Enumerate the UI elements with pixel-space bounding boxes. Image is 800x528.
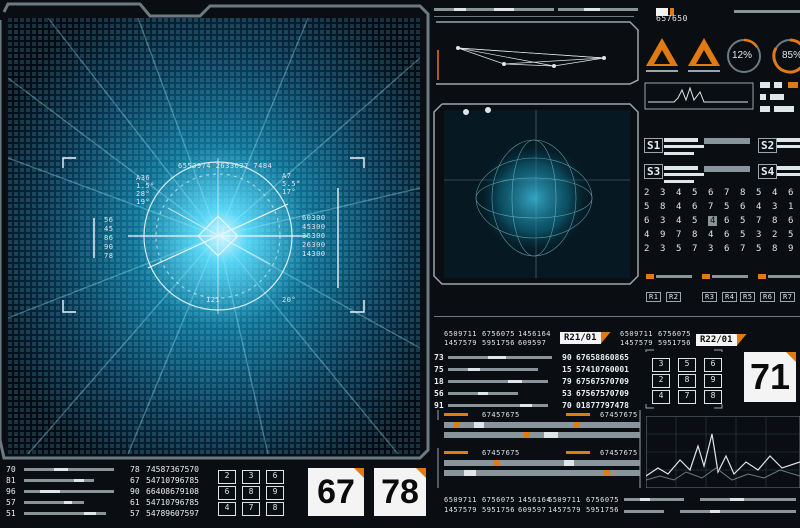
bl-left-numbers: 70 81 96 57 51 <box>6 465 16 518</box>
mr-rcode-a1: 6756075 <box>658 330 692 338</box>
s4-label: S4 <box>758 164 778 179</box>
footer-code-b2: 609597 <box>518 506 547 514</box>
s1-label: S1 <box>644 138 664 153</box>
footer-code-b1: 5951756 <box>482 506 516 514</box>
footer-code-b4: 5951756 <box>586 506 620 514</box>
r-label-2[interactable]: R2 <box>666 292 682 302</box>
hero-ring-bottom: 121 <box>206 296 221 304</box>
mr-code-b0: 1457579 <box>444 339 478 347</box>
side-indicator-bars <box>760 82 798 112</box>
section-divider <box>434 316 800 317</box>
bar-panel-label-3: 67457675 <box>600 449 638 457</box>
bar-panel-label-1: 67457675 <box>600 411 638 419</box>
mr-left-numbers: 73 75 18 56 91 <box>434 353 444 410</box>
bl-big-box-a: 67 <box>308 468 364 516</box>
s2-label: S2 <box>758 138 778 153</box>
footer-code-b0: 1457579 <box>444 506 478 514</box>
footer-code-a2: 1456164 <box>518 496 552 504</box>
data-tunnel-image <box>8 18 420 454</box>
status-widgets <box>646 38 800 74</box>
header-code: 657650 <box>656 14 688 23</box>
mr-code-a2: 1456164 <box>518 330 552 338</box>
footer-code-a4: 6756075 <box>586 496 620 504</box>
signal-line-panel <box>646 416 800 488</box>
hero-right-value: 5.5° <box>282 180 301 188</box>
r-label-6[interactable]: R6 <box>760 292 776 302</box>
mr-rcode-a0: 6509711 <box>620 330 654 338</box>
hero-left-column: 56 45 86 90 78 <box>104 216 114 260</box>
mr-codes: 67658860865 57410760001 67567570709 6756757… <box>576 353 629 410</box>
mr-mid-numbers: 90 15 79 53 70 <box>562 353 572 410</box>
gauge-a-value: 12% <box>732 50 753 61</box>
bar-panel-label-2: 67457675 <box>482 449 520 457</box>
bl-level-bars <box>24 468 114 515</box>
tag-r22: R22/01 <box>696 334 747 346</box>
bl-codes: 74587367570 54710796785 66408679108 5471079… <box>146 465 199 518</box>
footer-code-a0: 6509711 <box>444 496 478 504</box>
mr-code-a0: 6509711 <box>444 330 478 338</box>
footer-bars <box>624 498 796 513</box>
hero-left-line3: 28° <box>136 190 151 198</box>
digit-matrix: 2345678546 5846756431 6345465786 4978465… <box>644 188 794 254</box>
tag-r21: R21/01 <box>560 332 611 344</box>
footer-code-a1: 6756075 <box>482 496 516 504</box>
r-label-1[interactable]: R1 <box>646 292 662 302</box>
r-label-3[interactable]: R3 <box>702 292 718 302</box>
mr-rcode-b1: 5951756 <box>658 339 692 347</box>
mr-code-a1: 6756075 <box>482 330 516 338</box>
bl-big-box-b: 78 <box>374 468 426 516</box>
mr-code-b1: 5951756 <box>482 339 516 347</box>
mr-big-box: 71 <box>744 352 796 402</box>
top-header-strip <box>434 8 800 17</box>
bar-panel-label-0: 67457675 <box>482 411 520 419</box>
hero-left-line4: 19° <box>136 198 151 206</box>
hero-ring-bottom-right: 20° <box>282 296 297 304</box>
bottom-left-readout: 70 81 96 57 51 78 67 90 61 57 74587367570 5471079… <box>6 464 426 524</box>
mr-code-b2: 609597 <box>518 339 547 347</box>
r-label-7[interactable]: R7 <box>780 292 796 302</box>
hero-right-label: A7 <box>282 172 292 180</box>
hero-left-value: 1.5° <box>136 182 155 190</box>
mr-level-bars <box>448 356 552 407</box>
r-label-4[interactable]: R4 <box>722 292 738 302</box>
network-graph-panel <box>436 21 639 85</box>
s3-label: S3 <box>644 164 664 179</box>
hero-right-column: 60300 45300 35300 26300 14300 <box>302 214 326 258</box>
waveform-display <box>644 82 754 110</box>
footer-code-a3: 6509711 <box>548 496 582 504</box>
r-label-5[interactable]: R5 <box>740 292 756 302</box>
gauge-b-value: 85% <box>782 50 800 61</box>
globe-panel <box>433 103 639 285</box>
footer-code-b3: 1457579 <box>548 506 582 514</box>
hero-panel: 6553974 2633637 7484 A36 1.5° 28° 19° A7… <box>0 0 430 462</box>
hero-left-label: A36 <box>136 174 151 182</box>
bl-right-numbers: 78 67 90 61 57 <box>130 465 140 518</box>
mr-rcode-b0: 1457579 <box>620 339 654 347</box>
hero-center-readout: 6553974 2633637 7484 <box>178 162 273 170</box>
hero-right-line3: 17° <box>282 188 297 196</box>
